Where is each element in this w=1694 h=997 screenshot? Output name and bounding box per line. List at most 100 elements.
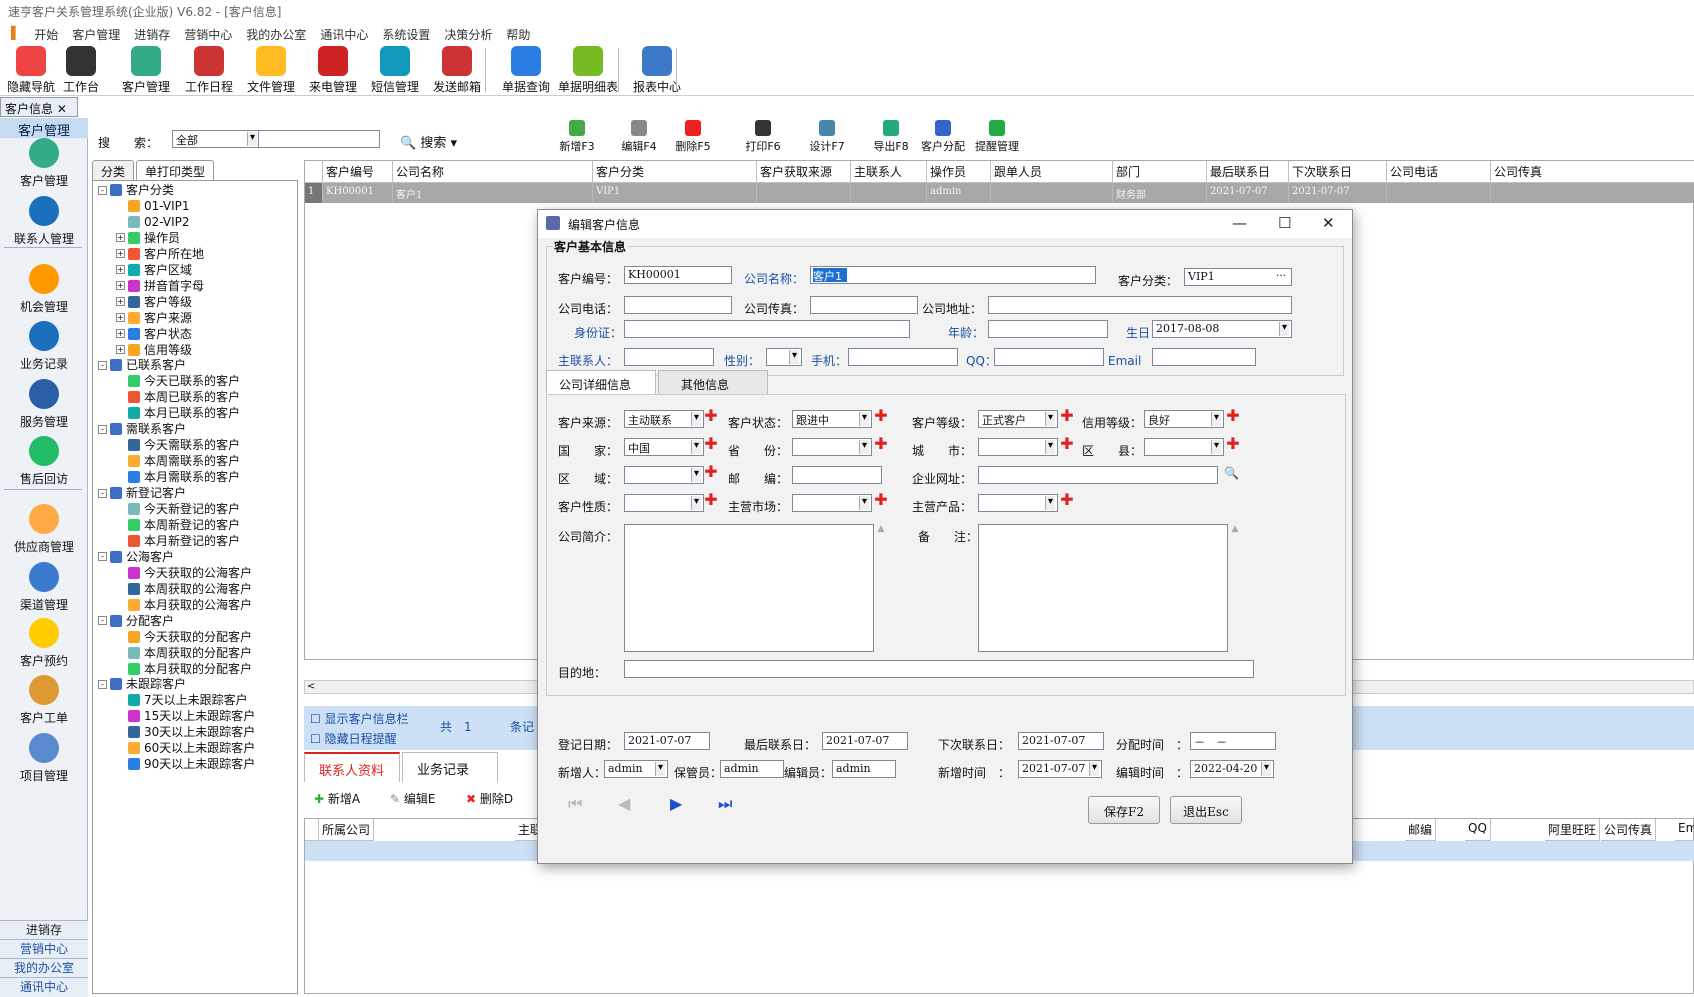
tree-node[interactable]: - 新登记客户: [98, 485, 186, 501]
grid-cell[interactable]: 客户1: [393, 183, 593, 203]
tree-node[interactable]: 今天获取的分配客户: [116, 629, 252, 645]
tree-node[interactable]: + 客户区域: [116, 262, 192, 278]
detail-tab-0[interactable]: 联系人资料: [304, 752, 400, 782]
menu-item[interactable]: 帮助: [499, 24, 537, 44]
nav-header[interactable]: 客户管理: [0, 118, 88, 139]
tree-expander[interactable]: -: [98, 679, 107, 689]
qq-field[interactable]: [994, 348, 1104, 366]
tree-node[interactable]: 本周已联系的客户: [116, 389, 240, 405]
close-icon[interactable]: ✕: [1322, 214, 1335, 232]
add-option-icon[interactable]: ✚: [704, 408, 718, 424]
nav-item-business[interactable]: 业务记录: [0, 321, 88, 372]
menu-item[interactable]: 通讯中心: [313, 24, 375, 44]
detail-action-0[interactable]: ✚ 新增A: [314, 790, 360, 807]
grid-cell[interactable]: KH00001: [323, 183, 393, 203]
detail-grid-header[interactable]: 公司传真: [1601, 819, 1657, 841]
save-button[interactable]: 保存F2: [1088, 796, 1160, 824]
grid-cell[interactable]: 财务部: [1113, 183, 1207, 203]
website-field[interactable]: [978, 466, 1218, 484]
grid-cell[interactable]: 2021-07-07: [1289, 183, 1387, 203]
tree-node[interactable]: 本周新登记的客户: [116, 517, 240, 533]
add-option-icon[interactable]: ✚: [704, 436, 718, 452]
nav-item-service[interactable]: 服务管理: [0, 379, 88, 430]
search-input[interactable]: [258, 130, 380, 148]
tree-node[interactable]: + 客户等级: [116, 294, 192, 310]
tree-node[interactable]: 今天新登记的客户: [116, 501, 240, 517]
tree-expander[interactable]: +: [116, 281, 125, 291]
company-phone-field[interactable]: [624, 296, 732, 314]
next-contact-field[interactable]: 2021-07-07: [1018, 732, 1104, 750]
market-select[interactable]: [792, 494, 872, 512]
action-assign-button[interactable]: 客户分配: [914, 120, 972, 154]
nature-select[interactable]: [624, 494, 704, 512]
nav-item-contact[interactable]: 联系人管理: [0, 196, 88, 247]
id-card-field[interactable]: [624, 320, 910, 338]
show-info-checkbox[interactable]: ☐ 显示客户信息栏: [310, 710, 409, 727]
nav-bottom-2[interactable]: 我的办公室: [0, 958, 88, 978]
tree-expander[interactable]: -: [98, 552, 107, 562]
action-print-button[interactable]: 打印F6: [734, 120, 792, 154]
assign-time-field[interactable]: － －: [1190, 732, 1276, 750]
tree-node[interactable]: 本月获取的公海客户: [116, 597, 252, 613]
region-select[interactable]: [624, 466, 704, 484]
add-option-icon[interactable]: ✚: [874, 408, 888, 424]
zip-field[interactable]: [792, 466, 882, 484]
add-option-icon[interactable]: ✚: [874, 436, 888, 452]
add-option-icon[interactable]: ✚: [874, 492, 888, 508]
remark-textarea[interactable]: [978, 524, 1228, 652]
tree-node[interactable]: 60天以上未跟踪客户: [116, 740, 255, 756]
minimize-icon[interactable]: —: [1232, 214, 1247, 232]
hide-schedule-checkbox[interactable]: ☐ 隐藏日程提醒: [310, 730, 397, 747]
grid-header-cell[interactable]: 客户分类: [593, 161, 757, 183]
next-record-icon[interactable]: ▶: [670, 794, 682, 813]
district-select[interactable]: [1144, 438, 1224, 456]
tree-node[interactable]: 本周需联系的客户: [116, 453, 240, 469]
grid-header-cell[interactable]: 操作员: [927, 161, 991, 183]
grid-header-cell[interactable]: 客户编号: [323, 161, 393, 183]
grid-cell[interactable]: 2021-07-07: [1207, 183, 1289, 203]
toolbar-sms-button[interactable]: 短信管理: [364, 44, 426, 96]
tree-node[interactable]: 本周获取的公海客户: [116, 581, 252, 597]
tree-expander[interactable]: +: [116, 265, 125, 275]
source-select[interactable]: 主动联系: [624, 410, 704, 428]
tree-node[interactable]: - 分配客户: [98, 613, 174, 629]
prev-record-icon[interactable]: ◀: [618, 794, 630, 813]
age-field[interactable]: [988, 320, 1108, 338]
grid-header-cell[interactable]: 跟单人员: [991, 161, 1113, 183]
search-button[interactable]: 🔍 搜索 ▾: [400, 132, 457, 151]
tree-node[interactable]: + 拼音首字母: [116, 278, 204, 294]
grid-header-cell[interactable]: 公司传真: [1491, 161, 1694, 183]
menu-item[interactable]: 进销存: [127, 24, 177, 44]
grid-header-cell[interactable]: 客户获取来源: [757, 161, 851, 183]
adder-select[interactable]: admin: [604, 760, 668, 778]
toolbar-schedule-button[interactable]: 工作日程: [178, 44, 240, 96]
province-select[interactable]: [792, 438, 872, 456]
add-option-icon[interactable]: ✚: [1060, 408, 1074, 424]
tree-node[interactable]: 15天以上未跟踪客户: [116, 708, 255, 724]
remark-scrollbar[interactable]: ▲: [1228, 524, 1242, 652]
contact-field[interactable]: [624, 348, 714, 366]
tree-expander[interactable]: -: [98, 360, 107, 370]
action-delete-button[interactable]: 删除F5: [664, 120, 722, 154]
toolbar-doc-detail-button[interactable]: 单据明细表: [557, 44, 619, 96]
tree-node[interactable]: 90天以上未跟踪客户: [116, 756, 255, 772]
nav-item-project[interactable]: 项目管理: [0, 733, 88, 784]
tree-expander[interactable]: -: [98, 616, 107, 626]
tree-node[interactable]: 本周获取的分配客户: [116, 645, 252, 661]
grid-cell[interactable]: VIP1: [593, 183, 757, 203]
intro-textarea[interactable]: [624, 524, 874, 652]
grid-cell[interactable]: [1387, 183, 1491, 203]
city-select[interactable]: [978, 438, 1058, 456]
toolbar-report-button[interactable]: 报表中心: [626, 44, 688, 96]
add-option-icon[interactable]: ✚: [1060, 492, 1074, 508]
last-contact-field[interactable]: 2021-07-07: [822, 732, 908, 750]
grid-cell[interactable]: [851, 183, 927, 203]
action-reminder-button[interactable]: 提醒管理: [968, 120, 1026, 154]
detail-grid-header[interactable]: 所属公司: [319, 819, 375, 841]
detail-grid-header[interactable]: 阿里旺旺: [1545, 819, 1601, 841]
action-export-button[interactable]: 导出F8: [862, 120, 920, 154]
tree-expander[interactable]: +: [116, 329, 125, 339]
tree-expander[interactable]: +: [116, 297, 125, 307]
tree-node[interactable]: + 信用等级: [116, 342, 192, 358]
add-option-icon[interactable]: ✚: [1060, 436, 1074, 452]
